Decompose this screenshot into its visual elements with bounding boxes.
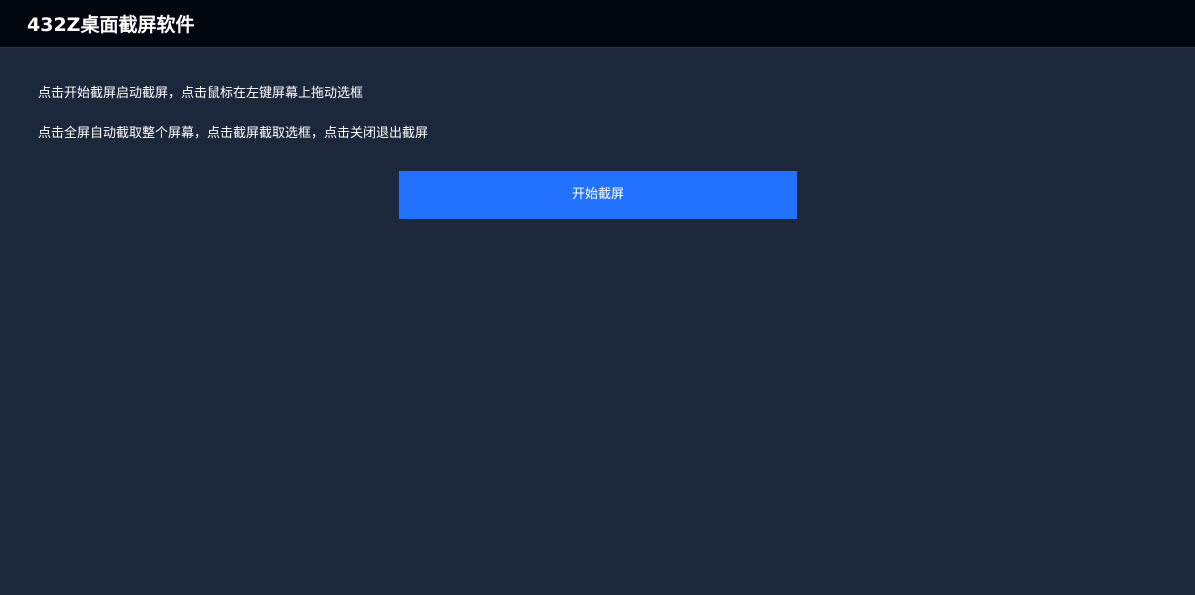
instructions-panel: 点击开始截屏启动截屏，点击鼠标在左键屏幕上拖动选框 点击全屏自动截取整个屏幕，点… bbox=[38, 85, 428, 165]
app-header: 432Z桌面截屏软件 bbox=[0, 0, 1195, 48]
start-screenshot-button[interactable]: 开始截屏 bbox=[399, 171, 797, 219]
instruction-start-drag: 点击开始截屏启动截屏，点击鼠标在左键屏幕上拖动选框 bbox=[38, 86, 364, 101]
screenshot-app-window: 432Z桌面截屏软件 点击开始截屏启动截屏，点击鼠标在左键屏幕上拖动选框 点击全… bbox=[0, 0, 1195, 595]
app-title: 432Z桌面截屏软件 bbox=[27, 14, 195, 36]
instruction-fullscreen-capture: 点击全屏自动截取整个屏幕，点击截屏截取选框，点击关闭退出截屏 bbox=[38, 126, 429, 141]
